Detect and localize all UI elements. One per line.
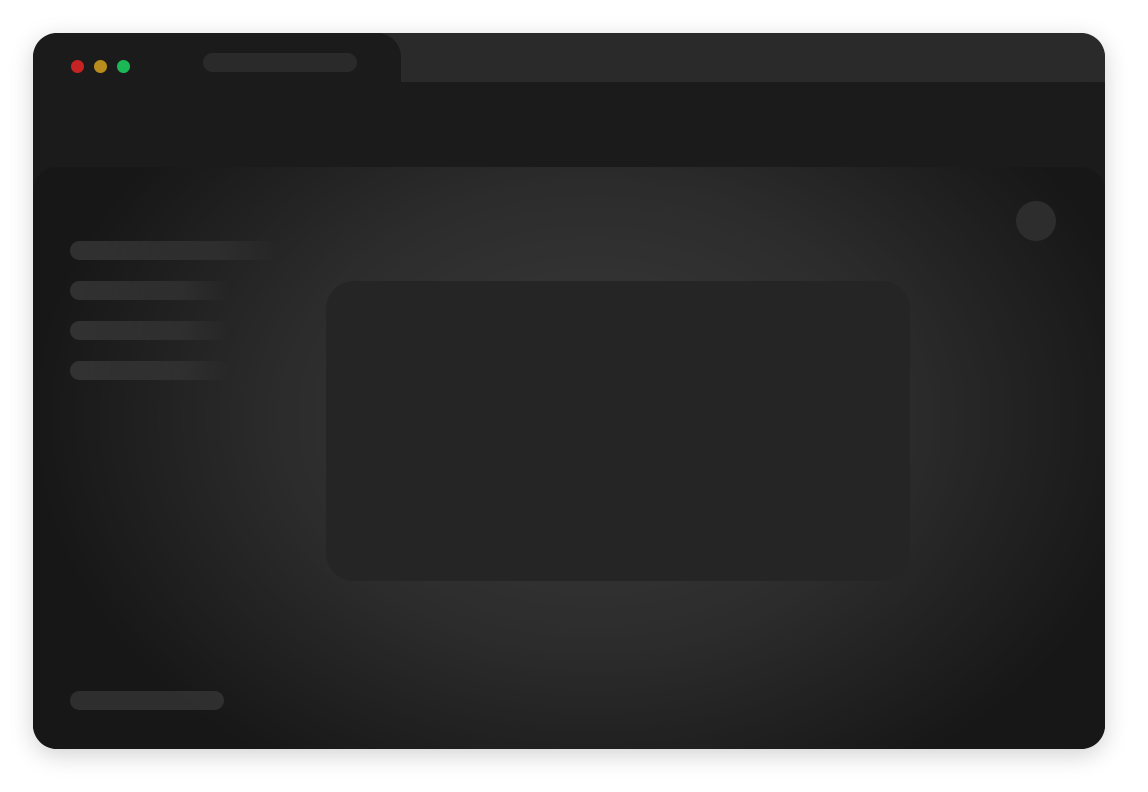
sidebar-item-placeholder[interactable] bbox=[70, 321, 230, 340]
sidebar-item-placeholder[interactable] bbox=[70, 241, 280, 260]
sidebar-item-placeholder[interactable] bbox=[70, 281, 230, 300]
sidebar-footer-placeholder[interactable] bbox=[70, 691, 224, 710]
main-card-placeholder bbox=[326, 281, 910, 581]
avatar[interactable] bbox=[1016, 201, 1056, 241]
browser-window bbox=[33, 33, 1105, 749]
minimize-button[interactable] bbox=[94, 60, 107, 73]
tab-title-placeholder bbox=[203, 53, 357, 72]
sidebar-item-placeholder[interactable] bbox=[70, 361, 230, 380]
content-panel bbox=[33, 167, 1105, 749]
maximize-button[interactable] bbox=[117, 60, 130, 73]
close-button[interactable] bbox=[71, 60, 84, 73]
